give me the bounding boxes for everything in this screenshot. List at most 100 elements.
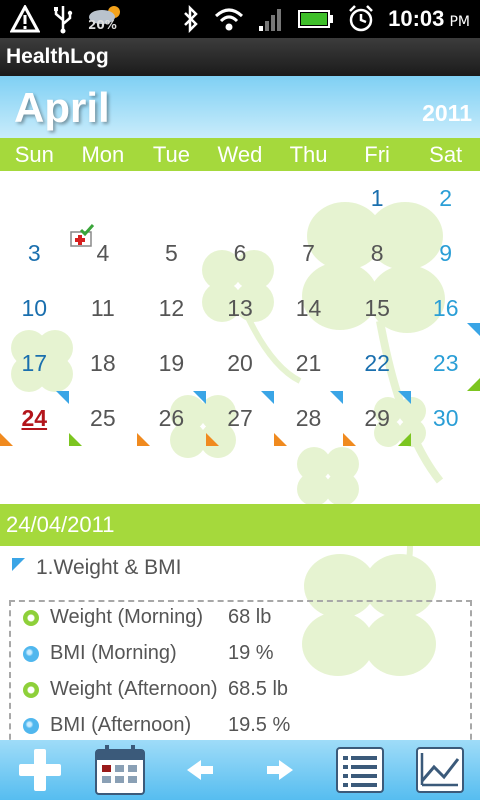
battery-badge: 20% (88, 18, 117, 32)
day-number: 1 (370, 185, 384, 211)
day-cell-14[interactable]: 14 (274, 281, 343, 336)
blue-bullet-icon (23, 646, 39, 662)
day-cell-3[interactable]: 3 (0, 226, 69, 281)
day-number: 23 (432, 350, 459, 376)
status-bar: 20% 10:03 PM (0, 0, 480, 38)
day-number: 6 (233, 240, 247, 266)
day-number: 20 (227, 350, 253, 376)
day-cell-19[interactable]: 19 (137, 336, 206, 391)
day-cell-17[interactable]: 17 (0, 336, 69, 391)
day-cell-5[interactable]: 5 (137, 226, 206, 281)
record-section-title[interactable]: 1.Weight & BMI (36, 556, 182, 580)
bluetooth-icon (184, 5, 198, 33)
day-cell-26[interactable]: 26 (137, 391, 206, 446)
day-cell-2[interactable]: 2 (411, 171, 480, 226)
day-number: 19 (158, 350, 185, 376)
record-item[interactable]: Weight (Afternoon) 68.5 lb (11, 674, 471, 710)
day-number: 9 (439, 240, 453, 266)
day-cell-15[interactable]: 15 (343, 281, 412, 336)
day-cell-30[interactable]: 30 (411, 391, 480, 446)
day-cell-18[interactable]: 18 (69, 336, 138, 391)
clock: 10:03 PM (388, 6, 470, 32)
month-name: April (14, 84, 110, 131)
record-label: Weight (Afternoon) (50, 678, 218, 700)
day-cell-22[interactable]: 22 (343, 336, 412, 391)
day-number: 21 (295, 350, 322, 376)
next-arrow-icon (267, 760, 293, 780)
signal-icon (259, 9, 282, 31)
weekday-thu: Thu (289, 142, 328, 167)
list-button[interactable] (320, 740, 400, 800)
calendar-button[interactable] (80, 740, 160, 800)
entry-marker-blue (55, 391, 69, 404)
day-number: 3 (27, 240, 41, 266)
day-number: 17 (21, 350, 48, 376)
day-cell-21[interactable]: 21 (274, 336, 343, 391)
day-number: 4 (96, 240, 110, 266)
entry-marker-blue (329, 391, 343, 404)
day-cell-6[interactable]: 6 (206, 226, 275, 281)
weekday-tue: Tue (152, 142, 190, 167)
record-label: BMI (Morning) (50, 642, 177, 664)
section-marker (12, 558, 25, 571)
next-button[interactable] (240, 740, 320, 800)
app-title: HealthLog (6, 45, 109, 68)
record-item[interactable]: Weight (Morning) 68 lb (11, 602, 471, 638)
clock-ampm: PM (449, 14, 470, 30)
previous-button[interactable] (160, 740, 240, 800)
prev-arrow-icon (187, 760, 213, 780)
add-icon (19, 749, 61, 791)
green-bullet-icon (23, 682, 39, 698)
entry-marker-orange (0, 433, 13, 446)
day-cell-13[interactable]: 13 (206, 281, 275, 336)
clock-time: 10:03 (388, 6, 445, 31)
day-number: 27 (227, 405, 253, 431)
alert-icon (10, 5, 40, 33)
day-cell-11[interactable]: 11 (69, 281, 138, 336)
chart-button[interactable] (400, 740, 480, 800)
day-number: 16 (432, 295, 459, 321)
day-cell-7[interactable]: 7 (274, 226, 343, 281)
day-number-today: 24 (21, 405, 48, 431)
day-number: 22 (364, 350, 390, 376)
day-cell-10[interactable]: 10 (0, 281, 69, 336)
record-value: 19 % (228, 642, 274, 664)
day-number: 13 (227, 295, 253, 321)
battery-icon (298, 10, 334, 28)
weekday-fri: Fri (364, 142, 390, 167)
entry-marker-green (466, 378, 480, 391)
day-number: 29 (364, 405, 390, 431)
record-value: 19.5 % (228, 714, 291, 736)
weekday-sat: Sat (429, 142, 463, 167)
entry-marker-orange (274, 433, 288, 446)
record-label: Weight (Morning) (50, 606, 204, 628)
day-cell-9[interactable]: 9 (411, 226, 480, 281)
day-cell-28[interactable]: 28 (274, 391, 343, 446)
day-cell-8[interactable]: 8 (343, 226, 412, 281)
entry-marker-blue (398, 391, 412, 404)
day-cell-20[interactable]: 20 (206, 336, 275, 391)
day-number: 7 (302, 240, 315, 266)
month-header[interactable]: April 2011 (0, 76, 480, 138)
day-cell-23[interactable]: 23 (411, 336, 480, 391)
alarm-icon (349, 5, 373, 32)
day-number: 5 (165, 240, 178, 266)
day-cell-16[interactable]: 16 (411, 281, 480, 336)
day-number: 18 (90, 350, 116, 376)
day-cell-1[interactable]: 1 (343, 171, 412, 226)
day-cell-27[interactable]: 27 (205, 391, 275, 446)
day-cell-25[interactable]: 25 (68, 391, 138, 446)
green-bullet-icon (23, 610, 39, 626)
blue-bullet-icon (23, 718, 39, 734)
day-cell-4[interactable]: 4 (69, 224, 138, 281)
day-cell-12[interactable]: 12 (137, 281, 206, 336)
day-number: 14 (295, 295, 322, 321)
chart-icon (416, 747, 464, 793)
add-button[interactable] (0, 740, 80, 800)
record-value: 68.5 lb (228, 678, 289, 700)
weather-icon: 20% (86, 4, 126, 34)
day-cell-29[interactable]: 29 (342, 391, 412, 446)
day-number: 11 (90, 295, 115, 321)
record-item[interactable]: BMI (Morning) 19 % (11, 638, 471, 674)
day-cell-24[interactable]: 24 (0, 391, 69, 446)
